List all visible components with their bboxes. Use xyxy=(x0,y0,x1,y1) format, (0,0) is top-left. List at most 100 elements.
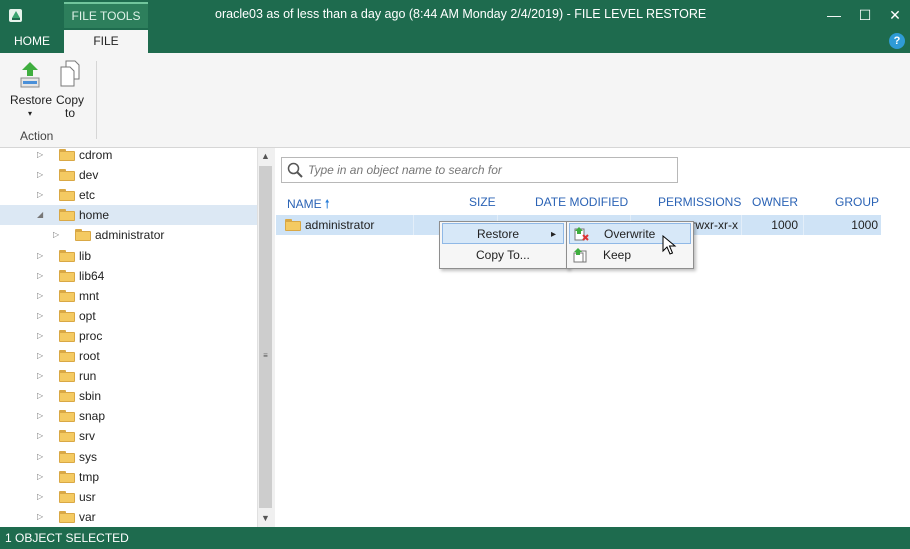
scroll-thumb[interactable] xyxy=(259,166,272,508)
scroll-grip-icon: ≡ xyxy=(263,351,268,360)
tree-item[interactable]: ▷ srv xyxy=(0,426,257,446)
expand-arrow-icon[interactable]: ▷ xyxy=(37,169,47,181)
expand-arrow-icon[interactable]: ▷ xyxy=(37,350,47,362)
expand-arrow-icon[interactable]: ▷ xyxy=(37,471,47,483)
context-menu: Restore ▸ Copy To... xyxy=(439,221,569,269)
folder-icon xyxy=(59,249,75,262)
expand-arrow-icon[interactable]: ▷ xyxy=(37,149,47,161)
tree-item[interactable]: ▷ opt xyxy=(0,306,257,326)
tree-item-label: administrator xyxy=(95,228,165,243)
tree-item[interactable]: ▷ mnt xyxy=(0,286,257,306)
minimize-button[interactable]: — xyxy=(822,4,846,26)
ribbon-separator xyxy=(96,61,97,139)
folder-icon xyxy=(59,390,75,403)
overwrite-icon xyxy=(574,227,589,241)
tree-item[interactable]: ▷ cdrom xyxy=(0,148,257,165)
mouse-cursor-icon xyxy=(662,235,677,255)
column-header-size[interactable]: SIZE xyxy=(469,195,496,209)
tree-item[interactable]: ▷ administrator xyxy=(0,225,257,245)
tree-item-label: proc xyxy=(79,328,103,343)
sort-ascending-icon: 🠕 xyxy=(324,197,330,211)
column-header-owner[interactable]: OWNER xyxy=(752,195,798,209)
tree-item-label: etc xyxy=(79,188,96,203)
copy-icon xyxy=(60,60,80,87)
copy-to-button[interactable]: Copy to xyxy=(50,59,90,121)
expand-arrow-icon[interactable]: ▷ xyxy=(37,270,47,282)
folder-icon xyxy=(285,219,301,231)
tree-item[interactable]: ▷ lib xyxy=(0,246,257,266)
tree-item[interactable]: ▷ dev xyxy=(0,165,257,185)
tree-item[interactable]: ▷ proc xyxy=(0,326,257,346)
expand-arrow-icon[interactable]: ▷ xyxy=(37,451,47,463)
tree-item[interactable]: ▷ lib64 xyxy=(0,266,257,286)
tree-item-label: sbin xyxy=(79,389,102,404)
menu-item-overwrite-label: Overwrite xyxy=(604,227,656,241)
column-header-name[interactable]: NAME 🠕 xyxy=(287,195,330,216)
close-button[interactable]: ✕ xyxy=(883,4,907,26)
tree-item[interactable]: ▷ snap xyxy=(0,406,257,426)
expand-arrow-icon[interactable]: ▷ xyxy=(37,410,47,422)
menu-item-keep-label: Keep xyxy=(603,248,632,262)
expand-arrow-icon[interactable]: ▷ xyxy=(37,290,47,302)
status-bar xyxy=(0,527,910,549)
expand-arrow-icon[interactable]: ▷ xyxy=(37,310,47,322)
folder-icon xyxy=(59,450,75,463)
expand-arrow-icon[interactable]: ▷ xyxy=(37,390,47,402)
column-header-group[interactable]: GROUP xyxy=(835,195,879,209)
tab-file[interactable]: FILE xyxy=(64,30,148,53)
tree-item[interactable]: ▷ usr xyxy=(0,487,257,507)
expand-arrow-icon[interactable]: ▷ xyxy=(37,370,47,382)
folder-icon xyxy=(59,490,75,503)
tree-item-label: snap xyxy=(79,409,106,424)
tree-item[interactable]: ▷ var xyxy=(0,507,257,527)
expand-arrow-icon[interactable]: ▷ xyxy=(37,430,47,442)
tree-item[interactable]: ▷ run xyxy=(0,366,257,386)
tree-item-label: lib64 xyxy=(79,268,105,283)
submenu-arrow-icon: ▸ xyxy=(551,229,557,240)
tree-item[interactable]: ▷ root xyxy=(0,346,257,366)
folder-icon xyxy=(59,410,75,423)
scroll-down-arrow-icon[interactable]: ▼ xyxy=(257,510,274,526)
contextual-tab-group-label: FILE TOOLS xyxy=(64,2,148,28)
column-header-date-modified[interactable]: DATE MODIFIED xyxy=(535,195,628,209)
restore-button[interactable]: Restore ▾ xyxy=(10,59,52,121)
tree-item-label: run xyxy=(79,369,97,384)
search-input[interactable] xyxy=(308,158,668,182)
tree-item-label: mnt xyxy=(79,288,100,303)
tree-item[interactable]: ▷ sbin xyxy=(0,386,257,406)
menu-item-restore[interactable]: Restore ▸ xyxy=(442,223,564,244)
restore-icon xyxy=(20,62,40,88)
folder-icon xyxy=(59,169,75,182)
tree-item[interactable]: ▷ tmp xyxy=(0,467,257,487)
expand-arrow-icon[interactable]: ▷ xyxy=(37,189,47,201)
column-header-permissions[interactable]: PERMISSIONS xyxy=(658,195,741,209)
folder-icon xyxy=(59,430,75,443)
search-box[interactable] xyxy=(281,157,678,183)
expand-arrow-icon[interactable]: ▷ xyxy=(37,491,47,503)
restore-dropdown-icon[interactable]: ▾ xyxy=(10,107,50,120)
expand-arrow-icon[interactable]: ▷ xyxy=(37,511,47,523)
scroll-up-arrow-icon[interactable]: ▲ xyxy=(257,148,274,164)
menu-item-copy-to-label: Copy To... xyxy=(476,248,530,262)
tree-item[interactable]: ◢ home xyxy=(0,205,257,226)
folder-icon xyxy=(59,350,75,362)
row-name: administrator xyxy=(305,218,375,232)
expand-arrow-icon[interactable]: ▷ xyxy=(37,250,47,262)
folder-icon xyxy=(59,189,75,202)
app-logo-icon xyxy=(9,9,22,22)
folder-icon xyxy=(59,149,75,161)
status-text: 1 OBJECT SELECTED xyxy=(5,531,129,545)
folder-tree: ▷ cdrom ▷ dev ▷ etc ◢ home ▷ administrator ▷ lib ▷ li… xyxy=(0,148,257,527)
expand-arrow-icon[interactable]: ▷ xyxy=(37,330,47,342)
maximize-button[interactable]: ☐ xyxy=(853,4,877,26)
help-icon[interactable]: ? xyxy=(889,33,905,49)
menu-item-copy-to[interactable]: Copy To... xyxy=(442,245,564,266)
tree-item-label: home xyxy=(79,208,110,223)
expand-arrow-icon[interactable]: ▷ xyxy=(53,229,63,241)
ribbon: Restore ▾ Copy to Action xyxy=(0,53,910,148)
expanded-arrow-icon[interactable]: ◢ xyxy=(37,209,47,221)
tree-item[interactable]: ▷ sys xyxy=(0,447,257,467)
tab-home[interactable]: HOME xyxy=(0,30,64,53)
tree-item[interactable]: ▷ etc xyxy=(0,185,257,205)
folder-icon xyxy=(75,229,91,242)
